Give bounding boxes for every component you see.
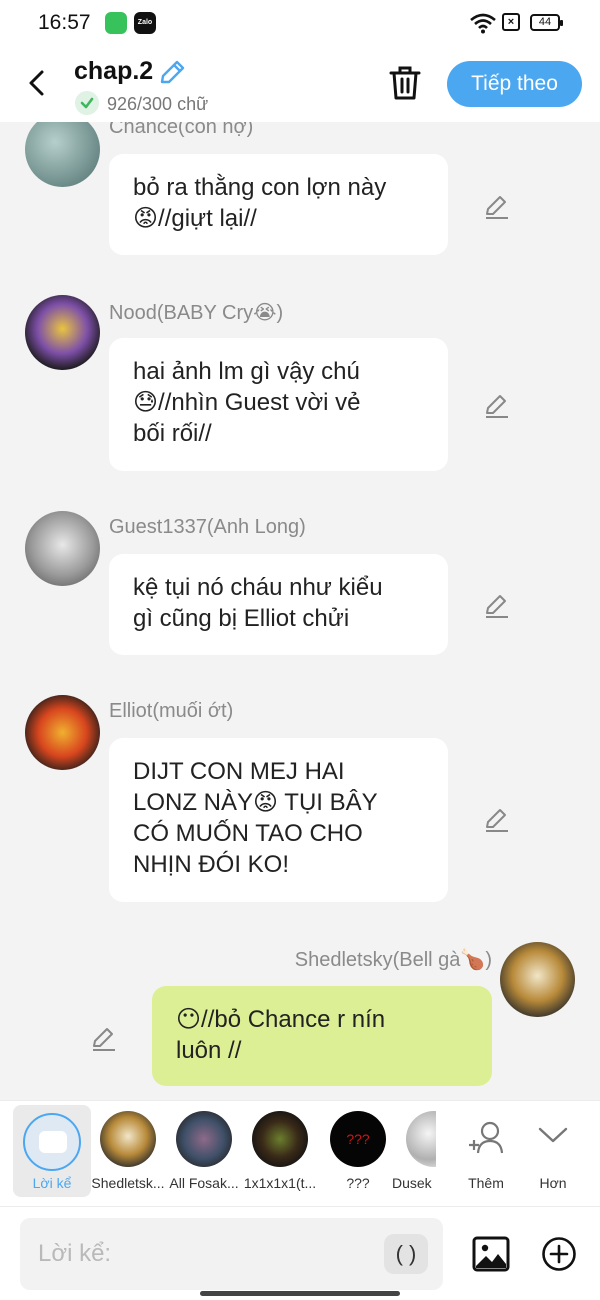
- character-label: All Fosak...: [169, 1175, 239, 1191]
- character-narrator[interactable]: Lời kể: [14, 1109, 90, 1199]
- character-label: Shedletsk...: [91, 1175, 165, 1191]
- message-line: hai ảnh lm gì vậy chú: [133, 358, 360, 385]
- avatar-nood[interactable]: [25, 295, 100, 370]
- character-name: Shedletsky(Bell gà🍗): [294, 949, 492, 971]
- edit-message-pencil-icon[interactable]: [483, 591, 511, 619]
- battery-icon: 44: [530, 14, 563, 31]
- edit-message-pencil-icon[interactable]: [483, 805, 511, 833]
- character-name: Guest1337(Anh Long): [109, 516, 306, 538]
- avatar-shedletsky[interactable]: [500, 942, 575, 1017]
- message-bubble[interactable]: kệ tụi nó cháu như kiểu gì cũng bị Ellio…: [109, 554, 448, 655]
- trash-icon[interactable]: [387, 64, 423, 102]
- character-selector: Lời kể Shedletsk... All Fosak... 1x1x1x1…: [0, 1100, 600, 1206]
- editor-header: chap.2 926/300 chữ Tiếp theo: [0, 48, 600, 122]
- parenthesis-button[interactable]: ( ): [384, 1234, 428, 1274]
- character-name: Nood(BABY Cry😭): [109, 302, 284, 324]
- message-bubble[interactable]: bỏ ra thằng con lợn này 😡//giựt lại//: [109, 154, 448, 255]
- edit-message-pencil-icon[interactable]: [483, 192, 511, 220]
- edit-message-pencil-icon[interactable]: [90, 1024, 118, 1052]
- narration-input[interactable]: [20, 1218, 443, 1290]
- message-list[interactable]: Chance(con nợ) bỏ ra thằng con lợn này 😡…: [0, 122, 600, 1100]
- character-shedletsky[interactable]: Shedletsk...: [90, 1109, 166, 1199]
- edit-title-pencil-icon[interactable]: [158, 58, 188, 86]
- message-line: gì cũng bị Elliot chửi: [133, 605, 350, 632]
- character-avatar: [252, 1111, 308, 1167]
- more-characters-label: Hơn: [539, 1175, 567, 1191]
- edit-message-pencil-icon[interactable]: [483, 391, 511, 419]
- message-bubble[interactable]: hai ảnh lm gì vậy chú 😓//nhìn Guest vời …: [109, 338, 448, 471]
- chapter-title[interactable]: chap.2: [74, 57, 153, 86]
- character-avatar: [406, 1111, 436, 1167]
- character-unknown[interactable]: ??? ???: [320, 1109, 396, 1199]
- message-line: 😡//giựt lại//: [133, 205, 257, 232]
- more-characters-button[interactable]: Hơn: [515, 1109, 591, 1199]
- message-line: luôn //: [176, 1037, 242, 1064]
- chevron-down-icon: [538, 1127, 568, 1143]
- character-name: Elliot(muối ớt): [109, 700, 234, 722]
- add-person-icon: [469, 1121, 504, 1154]
- character-avatar: [176, 1111, 232, 1167]
- check-icon: [75, 91, 99, 115]
- narrator-icon: [23, 1113, 81, 1171]
- message-line: 😓//nhìn Guest vời vẻ: [133, 389, 361, 416]
- home-indicator[interactable]: [200, 1291, 400, 1296]
- character-label: Dusek: [392, 1175, 432, 1191]
- wifi-icon: [470, 13, 496, 34]
- back-arrow-icon[interactable]: [22, 66, 52, 100]
- character-1x1x1x1[interactable]: 1x1x1x1(t...: [242, 1109, 318, 1199]
- app-green-icon: [105, 12, 127, 34]
- message-line: CÓ MUỐN TAO CHO: [133, 820, 363, 847]
- message-line: NHỊN ĐÓI KO!: [133, 851, 290, 878]
- status-bar: 16:57 Zalo × 44: [0, 0, 600, 48]
- compose-bar: ( ): [0, 1206, 600, 1300]
- avatar-elliot[interactable]: [25, 695, 100, 770]
- character-name: Chance(con nợ): [109, 122, 254, 138]
- message-line: LONZ NÀY😡 TỤI BÂY: [133, 789, 378, 816]
- character-avatar: ???: [330, 1111, 386, 1167]
- message-line: DIJT CON MEJ HAI: [133, 758, 345, 785]
- status-time: 16:57: [38, 11, 91, 34]
- message-line: bối rối//: [133, 420, 212, 447]
- character-label: Lời kể: [32, 1175, 72, 1191]
- message-bubble[interactable]: DIJT CON MEJ HAI LONZ NÀY😡 TỤI BÂY CÓ MU…: [109, 738, 448, 902]
- avatar-chance[interactable]: [25, 122, 100, 187]
- message-line: bỏ ra thằng con lợn này: [133, 174, 387, 201]
- character-avatar: [100, 1111, 156, 1167]
- message-line: 😶//bỏ Chance r nín: [176, 1006, 386, 1033]
- avatar-guest1337[interactable]: [25, 511, 100, 586]
- zalo-icon: Zalo: [134, 12, 156, 34]
- add-icon[interactable]: [541, 1236, 577, 1272]
- next-button[interactable]: Tiếp theo: [447, 61, 582, 107]
- character-label: 1x1x1x1(t...: [243, 1175, 317, 1191]
- image-icon[interactable]: [471, 1235, 511, 1273]
- story-editor-screen: 16:57 Zalo × 44 chap.2 926/300 chữ Tiếp …: [0, 0, 600, 1300]
- no-sim-icon: ×: [502, 13, 520, 31]
- message-line: kệ tụi nó cháu như kiểu: [133, 574, 383, 601]
- word-count: 926/300 chữ: [107, 94, 209, 114]
- message-bubble[interactable]: 😶//bỏ Chance r nín luôn //: [152, 986, 492, 1086]
- character-dusek[interactable]: Dusek: [388, 1109, 436, 1199]
- character-all-fosak[interactable]: All Fosak...: [166, 1109, 242, 1199]
